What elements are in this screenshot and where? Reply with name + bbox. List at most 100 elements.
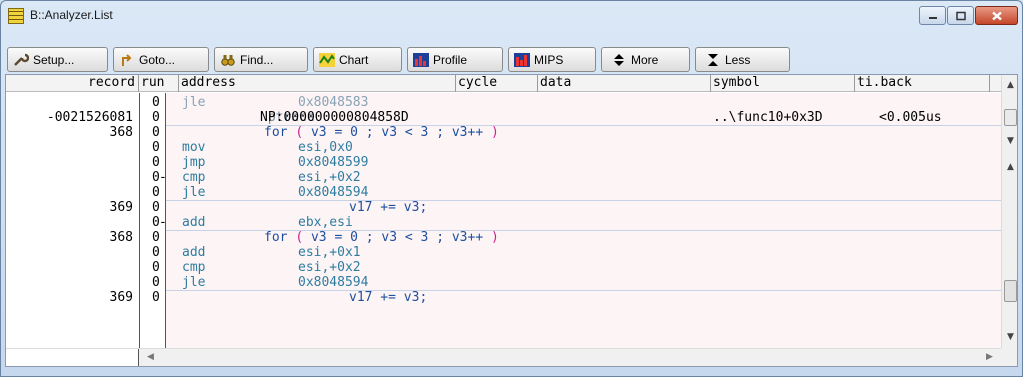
scroll-up-arrow-icon[interactable]: ▲ — [1002, 77, 1017, 93]
goto-button[interactable]: Goto... — [113, 47, 209, 72]
table-row[interactable]: 0 jle 0x8048594 — [6, 185, 1001, 200]
source-line: for ( v3 = 0 ; v3 < 3 ; v3++ ) — [264, 125, 499, 140]
run-cell: 0 — [152, 140, 160, 155]
table-row[interactable]: 369 0 v17 += v3; — [6, 200, 1001, 215]
table-row[interactable]: 0 cmp esi,+0x2 — [6, 260, 1001, 275]
operand-cell: 0x8048599 — [298, 155, 369, 170]
table-row[interactable]: 0- add ebx,esi — [6, 215, 1001, 230]
source-keyword: for — [264, 230, 288, 245]
less-button[interactable]: Less — [695, 47, 790, 72]
mnemonic-cell: mov — [182, 140, 206, 155]
record-cell: 369 — [109, 200, 133, 215]
operand-cell: esi,+0x2 — [298, 170, 361, 185]
run-cell: 0 — [152, 95, 160, 110]
toolbar: Setup... Goto... Find... Chart Profile M… — [7, 47, 1017, 73]
trace-list[interactable]: record run address cycle data symbol ti.… — [5, 74, 1018, 367]
table-row[interactable]: 0 add esi,+0x1 — [6, 245, 1001, 260]
scroll-up-arrow-icon-2[interactable]: ▲ — [1002, 159, 1017, 175]
col-address[interactable]: address — [179, 75, 456, 92]
find-button[interactable]: Find... — [214, 47, 308, 72]
operand-cell: 0x8048594 — [298, 275, 369, 290]
minimize-icon — [928, 16, 937, 19]
table-row[interactable]: 0- cmp esi,+0x2 — [6, 170, 1001, 185]
scroll-down-arrow-icon[interactable]: ▼ — [1002, 133, 1017, 149]
more-label: More — [631, 52, 659, 67]
record-cell: 368 — [109, 125, 133, 140]
hscroll-blank — [6, 349, 139, 366]
less-label: Less — [725, 52, 751, 67]
branch-marker: - — [159, 215, 167, 230]
operand-cell: 0x8048594 — [298, 185, 369, 200]
col-tiback[interactable]: ti.back — [855, 75, 990, 92]
profile-button[interactable]: Profile — [407, 47, 503, 72]
analyzer-list-window: B::Analyzer.List Setup... Goto... Find..… — [0, 0, 1023, 377]
mnemonic-cell: add — [182, 245, 206, 260]
vertical-scrollbar[interactable]: ▲ ▼ ▲ ▼ — [1001, 75, 1017, 348]
mnemonic-cell: jle — [182, 185, 206, 200]
mnemonic-cell: add — [182, 215, 206, 230]
minimize-button[interactable] — [919, 6, 946, 25]
source-line: v17 += v3; — [349, 200, 428, 215]
source-text: v3 = 0 ; v3 < 3 ; v3++ — [303, 125, 491, 140]
col-run[interactable]: run — [139, 75, 179, 92]
table-row[interactable]: 368 0 for ( v3 = 0 ; v3 < 3 ; v3++ ) — [6, 125, 1001, 140]
horizontal-scrollbar[interactable]: ◀ ▶ — [6, 348, 1001, 366]
table-row[interactable]: 369 0 v17 += v3; — [6, 290, 1001, 305]
title-bar[interactable]: B::Analyzer.List — [1, 1, 1022, 31]
close-button[interactable] — [975, 6, 1018, 25]
scroll-left-arrow-icon[interactable]: ◀ — [142, 349, 159, 366]
source-paren-open: ( — [295, 230, 304, 245]
table-row[interactable]: 0 jle 0x8048594 — [6, 275, 1001, 290]
np-address: NP:000000000804858D — [260, 110, 409, 125]
run-cell: 0 — [152, 110, 160, 125]
resize-grip-icon[interactable] — [1001, 348, 1017, 366]
scroll-thumb-small[interactable] — [1004, 109, 1017, 126]
run-cell: 0 — [152, 200, 160, 215]
run-cell: 0 — [152, 260, 160, 275]
scroll-right-arrow-icon[interactable]: ▶ — [981, 349, 998, 366]
col-record[interactable]: record — [6, 75, 139, 92]
operand-cell: esi,+0x1 — [298, 245, 361, 260]
operand-cell: ebx,esi — [298, 215, 353, 230]
table-row[interactable]: 0 jle 0x8048583 — [6, 95, 1001, 110]
record-cell: -0021526081 — [46, 110, 133, 125]
mips-label: MIPS — [534, 52, 564, 67]
profile-icon — [413, 52, 429, 67]
col-symbol[interactable]: symbol — [711, 75, 855, 92]
table-row[interactable]: 0 jmp 0x8048599 — [6, 155, 1001, 170]
table-row[interactable]: 368 0 for ( v3 = 0 ; v3 < 3 ; v3++ ) — [6, 230, 1001, 245]
setup-label: Setup... — [33, 52, 75, 67]
run-cell: 0 — [152, 125, 160, 140]
table-row[interactable]: 0 mov esi,0x0 — [6, 140, 1001, 155]
chart-icon — [319, 52, 335, 67]
window-title: B::Analyzer.List — [30, 8, 113, 22]
mnemonic-cell: cmp — [182, 260, 206, 275]
maximize-icon — [955, 11, 966, 20]
source-line: v17 += v3; — [349, 290, 428, 305]
mnemonic-cell: jmp — [182, 155, 206, 170]
mips-button[interactable]: MIPS — [508, 47, 596, 72]
table-row[interactable]: -0021526081 0 NP:000000000804858D ptrace..… — [6, 110, 1001, 125]
source-text: v3 = 0 ; v3 < 3 ; v3++ — [303, 230, 491, 245]
run-cell: 0 — [152, 275, 160, 290]
scroll-thumb[interactable] — [1004, 280, 1017, 302]
operand-cell: esi,+0x2 — [298, 260, 361, 275]
maximize-button[interactable] — [947, 6, 974, 25]
col-cycle[interactable]: cycle — [456, 75, 538, 92]
mnemonic-cell: jle — [182, 95, 206, 110]
less-arrows-icon — [708, 53, 718, 66]
record-cell: 368 — [109, 230, 133, 245]
chart-button[interactable]: Chart — [313, 47, 402, 72]
more-button[interactable]: More — [601, 47, 690, 72]
mnemonic-cell: jle — [182, 275, 206, 290]
symbol-cell: ..\func10+0x3D — [713, 110, 823, 125]
setup-button[interactable]: Setup... — [7, 47, 108, 72]
scroll-down-arrow-icon-2[interactable]: ▼ — [1002, 329, 1017, 345]
trace-rows: 0 jle 0x8048583 -0021526081 0 NP:000000000804… — [6, 93, 1001, 348]
profile-label: Profile — [433, 52, 468, 67]
mnemonic-cell: cmp — [182, 170, 206, 185]
branch-marker: - — [159, 170, 167, 185]
goto-label: Goto... — [139, 52, 176, 67]
col-data[interactable]: data — [538, 75, 711, 92]
source-paren-close: ) — [490, 230, 499, 245]
